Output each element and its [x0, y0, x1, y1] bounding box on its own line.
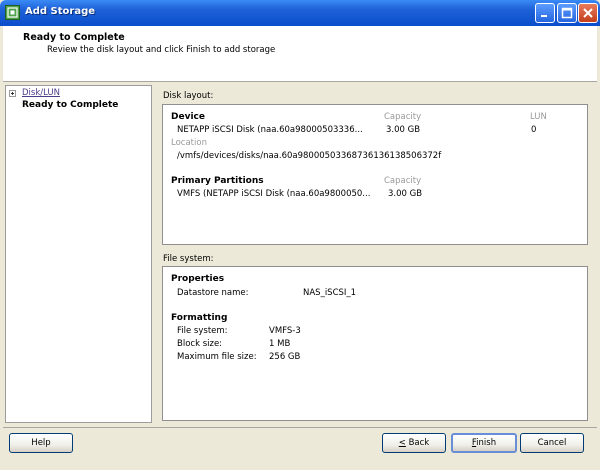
device-name: NETAPP iSCSI Disk (naa.60a98000503336... — [177, 125, 363, 135]
step-link-disk-lun[interactable]: Disk/LUN — [22, 88, 60, 98]
minimize-button[interactable] — [535, 3, 555, 23]
lun-header: LUN — [530, 112, 547, 122]
add-storage-window: Add Storage Ready to Complete Review the… — [0, 0, 600, 470]
disk-layout-panel: Device Capacity LUN NETAPP iSCSI Disk (n… — [162, 104, 588, 245]
help-button[interactable]: Help — [9, 433, 73, 453]
disk-layout-label: Disk layout: — [163, 91, 214, 101]
partitions-capacity-header: Capacity — [384, 176, 422, 186]
location-header: Location — [171, 138, 207, 148]
max-file-size-label: Maximum file size: — [177, 352, 257, 362]
finish-button-label: inish — [476, 438, 497, 448]
wizard-steps-sidebar: Disk/LUN Ready to Complete — [5, 85, 152, 423]
expand-plus-icon[interactable] — [9, 90, 16, 97]
partition-name: VMFS (NETAPP iSCSI Disk (naa.60a9800050.… — [177, 189, 371, 199]
partition-capacity: 3.00 GB — [388, 189, 423, 199]
properties-header: Properties — [171, 274, 225, 284]
help-button-label: Help — [31, 438, 51, 448]
formatting-header: Formatting — [171, 313, 228, 323]
maximize-button[interactable] — [557, 3, 577, 23]
finish-button[interactable]: Finish — [451, 433, 517, 453]
page-title: Ready to Complete — [23, 32, 125, 43]
file-system-type-value: VMFS-3 — [269, 326, 301, 336]
device-lun: 0 — [531, 125, 537, 135]
capacity-header: Capacity — [384, 112, 422, 122]
block-size-label: Block size: — [177, 339, 223, 349]
back-button-mnemonic: < — [398, 438, 406, 448]
close-button[interactable] — [578, 3, 598, 23]
window-title: Add Storage — [25, 6, 96, 17]
wizard-header: Ready to Complete Review the disk layout… — [3, 26, 597, 82]
back-button-label: Back — [405, 438, 430, 448]
back-button[interactable]: < Back — [382, 433, 446, 453]
device-header: Device — [171, 112, 205, 122]
file-system-label: File system: — [163, 254, 214, 264]
footer-separator — [3, 427, 597, 428]
step-current-ready-to-complete: Ready to Complete — [22, 100, 119, 110]
datastore-name-value: NAS_iSCSI_1 — [303, 288, 357, 298]
file-system-panel: Properties Datastore name: NAS_iSCSI_1 F… — [162, 266, 588, 421]
device-capacity: 3.00 GB — [386, 125, 421, 135]
title-bar[interactable]: Add Storage — [0, 0, 600, 26]
primary-partitions-header: Primary Partitions — [171, 176, 264, 186]
max-file-size-value: 256 GB — [269, 352, 301, 362]
cancel-button[interactable]: Cancel — [520, 433, 584, 453]
block-size-value: 1 MB — [269, 339, 291, 349]
page-subtitle: Review the disk layout and click Finish … — [47, 45, 276, 55]
datastore-name-label: Datastore name: — [177, 288, 249, 298]
cancel-button-label: Cancel — [537, 438, 567, 448]
app-icon — [5, 5, 20, 20]
location-value: /vmfs/devices/disks/naa.60a9800050336873… — [177, 151, 442, 161]
file-system-type-label: File system: — [177, 326, 228, 336]
